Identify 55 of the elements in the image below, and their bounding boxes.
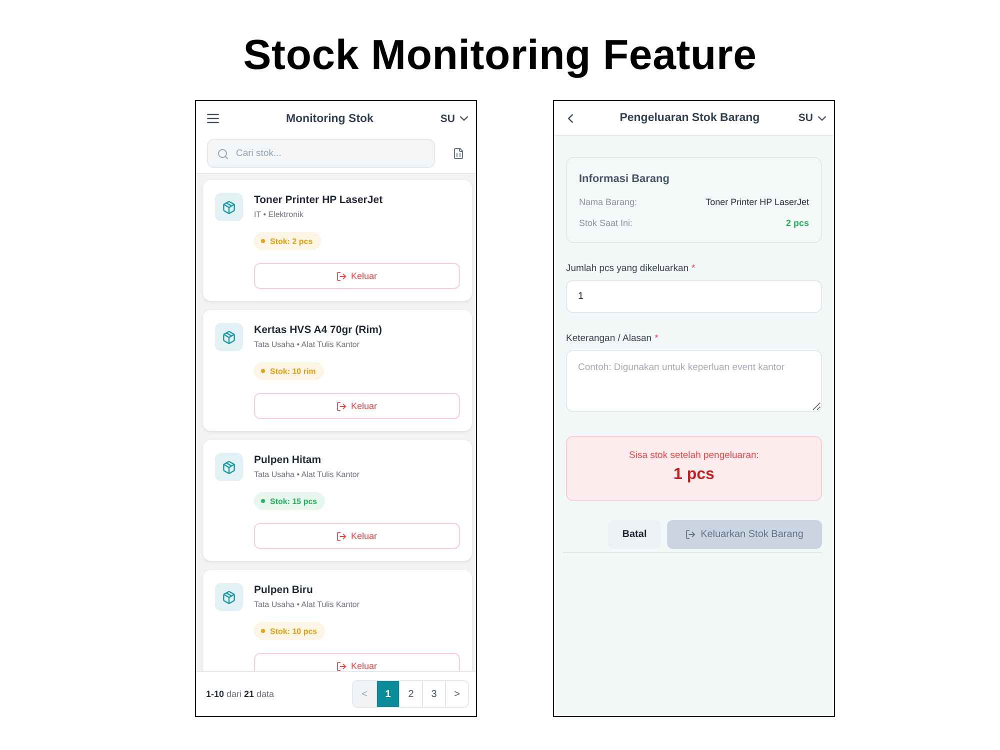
item-name: Pulpen Hitam <box>254 453 322 467</box>
chevron-down-icon <box>818 116 826 120</box>
page-title: Stock Monitoring Feature <box>243 32 757 78</box>
page-button[interactable]: 1 <box>376 681 399 707</box>
exit-icon <box>336 272 346 280</box>
remaining-label: Sisa stok setelah pengeluaran: <box>629 449 759 462</box>
required-mark: * <box>654 332 658 345</box>
info-value: 2 pcs <box>786 217 809 230</box>
search-icon <box>218 148 228 158</box>
stock-count: Stok: 10 rim <box>270 366 316 376</box>
menu-icon[interactable] <box>207 113 219 124</box>
item-name: Kertas HVS A4 70gr (Rim) <box>254 323 382 337</box>
back-icon[interactable] <box>568 114 573 122</box>
stock-count: Stok: 10 pcs <box>270 626 318 636</box>
box-icon <box>215 193 243 221</box>
pagination-summary: 1-10 dari 21 data <box>206 689 274 699</box>
info-title: Informasi Barang <box>579 172 670 187</box>
search-field[interactable]: Cari stok... <box>207 139 435 168</box>
quantity-input[interactable]: 1 <box>566 280 822 313</box>
document-icon[interactable] <box>454 148 463 159</box>
page-button[interactable]: > <box>445 681 468 707</box>
item-name: Toner Printer HP LaserJet <box>254 193 383 207</box>
chevron-down-icon <box>460 116 468 121</box>
exit-icon <box>336 402 346 410</box>
box-icon <box>215 323 243 351</box>
screen-title: Pengeluaran Stok Barang <box>618 112 761 124</box>
info-value: Toner Printer HP LaserJet <box>706 196 809 209</box>
issue-button[interactable]: Keluar <box>254 263 460 289</box>
exit-icon <box>686 530 695 539</box>
issue-button[interactable]: Keluar <box>254 523 460 549</box>
issue-button[interactable]: Keluar <box>254 653 460 671</box>
item-category: Tata Usaha • Alat Tulis Kantor <box>254 599 360 611</box>
stock-count: Stok: 2 pcs <box>270 236 313 246</box>
screen-title: Monitoring Stok <box>284 112 374 124</box>
item-category: Tata Usaha • Alat Tulis Kantor <box>254 469 360 481</box>
item-category: IT • Elektronik <box>254 209 304 221</box>
remaining-value: 1 pcs <box>674 465 714 485</box>
stock-count: Stok: 15 pcs <box>270 496 318 506</box>
item-name: Pulpen Biru <box>254 583 313 597</box>
user-menu[interactable]: SU <box>440 112 468 124</box>
box-icon <box>215 583 243 611</box>
issue-button[interactable]: Keluar <box>254 393 460 419</box>
field-label: Jumlah pcs yang dikeluarkan <box>566 262 689 275</box>
exit-icon <box>336 662 346 670</box>
item-category: Tata Usaha • Alat Tulis Kantor <box>254 339 360 351</box>
exit-icon <box>336 532 346 540</box>
user-menu[interactable]: SU <box>798 112 826 124</box>
field-label: Keterangan / Alasan <box>566 332 652 345</box>
search-input[interactable]: Cari stok... <box>236 148 396 159</box>
info-label: Stok Saat Ini: <box>579 217 633 230</box>
box-icon <box>215 453 243 481</box>
info-label: Nama Barang: <box>579 196 638 209</box>
cancel-button[interactable]: Batal <box>608 520 661 549</box>
required-mark: * <box>692 262 696 275</box>
reason-textarea[interactable]: Contoh: Digunakan untuk keperluan event kantor <box>566 350 822 412</box>
